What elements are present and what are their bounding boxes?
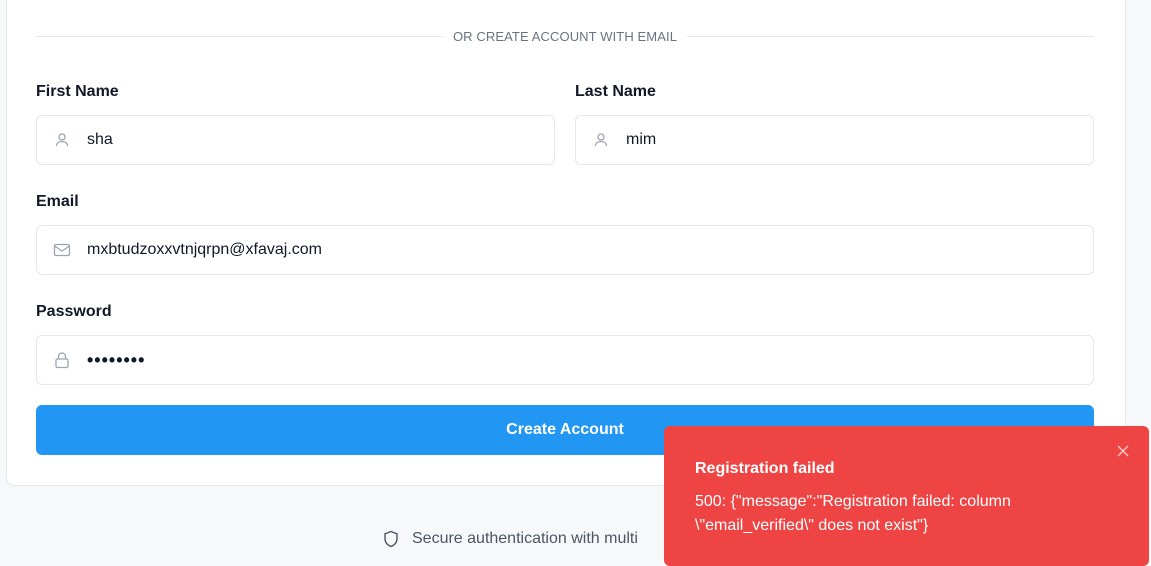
password-label: Password	[36, 303, 112, 320]
first-name-value: sha	[87, 131, 113, 148]
lock-icon	[53, 351, 71, 369]
divider-text: OR CREATE ACCOUNT WITH EMAIL	[452, 28, 678, 44]
shield-icon	[382, 529, 402, 549]
toast-message: 500: {"message":"Registration failed: co…	[695, 493, 1011, 534]
toast-title: Registration failed	[695, 460, 835, 477]
email-value: mxbtudzoxxvtnjqrpn@xfavaj.com	[87, 241, 322, 258]
mail-icon	[53, 241, 71, 259]
first-name-field[interactable]: sha	[36, 115, 555, 165]
last-name-value: mim	[626, 131, 657, 148]
email-label: Email	[36, 193, 79, 210]
user-icon	[53, 131, 71, 149]
security-note-text: Secure authentication with multi	[412, 530, 638, 547]
email-divider: OR CREATE ACCOUNT WITH EMAIL	[36, 26, 1094, 46]
last-name-label: Last Name	[575, 83, 656, 100]
close-icon[interactable]	[1115, 443, 1131, 459]
divider-line-right	[687, 35, 1094, 37]
password-value: ••••••••	[87, 349, 146, 370]
security-note: Secure authentication with multi	[382, 527, 638, 551]
password-field[interactable]: ••••••••	[36, 335, 1094, 385]
user-icon	[592, 131, 610, 149]
error-toast: Registration failed 500: {"message":"Reg…	[664, 426, 1149, 566]
last-name-field[interactable]: mim	[575, 115, 1094, 165]
email-field[interactable]: mxbtudzoxxvtnjqrpn@xfavaj.com	[36, 225, 1094, 275]
first-name-label: First Name	[36, 83, 119, 100]
divider-line-left	[36, 35, 443, 37]
